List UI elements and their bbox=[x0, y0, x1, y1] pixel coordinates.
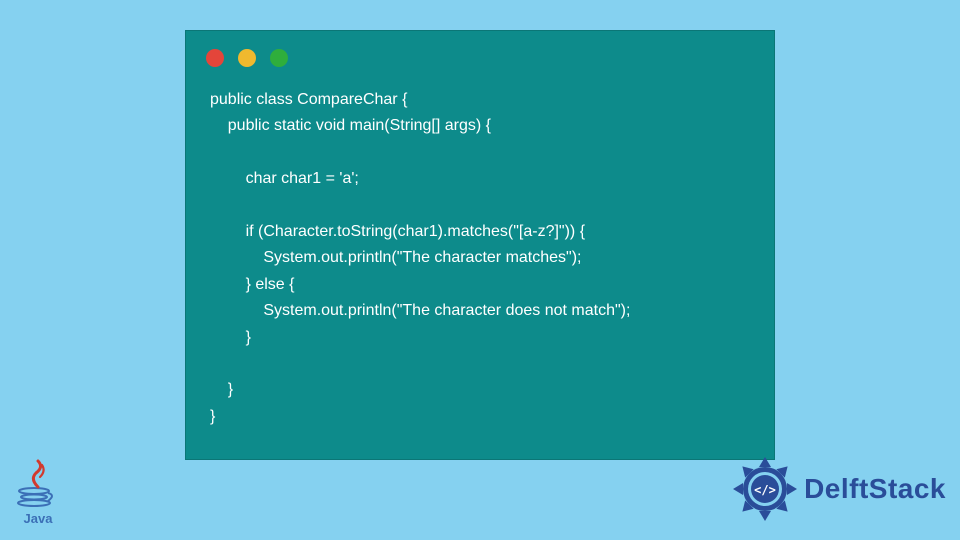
code-content: public class CompareChar { public static… bbox=[186, 77, 774, 450]
java-logo: Java bbox=[14, 456, 62, 526]
java-steam-icon bbox=[28, 459, 48, 487]
delftstack-badge-icon: </> bbox=[730, 454, 800, 524]
java-cup-icon bbox=[16, 487, 60, 509]
delftstack-logo: </> DelftStack bbox=[730, 454, 946, 524]
java-label: Java bbox=[24, 511, 53, 526]
minimize-dot-icon bbox=[238, 49, 256, 67]
code-window: public class CompareChar { public static… bbox=[185, 30, 775, 460]
window-controls bbox=[186, 31, 774, 77]
close-dot-icon bbox=[206, 49, 224, 67]
maximize-dot-icon bbox=[270, 49, 288, 67]
svg-text:</>: </> bbox=[754, 483, 776, 497]
delftstack-label: DelftStack bbox=[804, 473, 946, 505]
